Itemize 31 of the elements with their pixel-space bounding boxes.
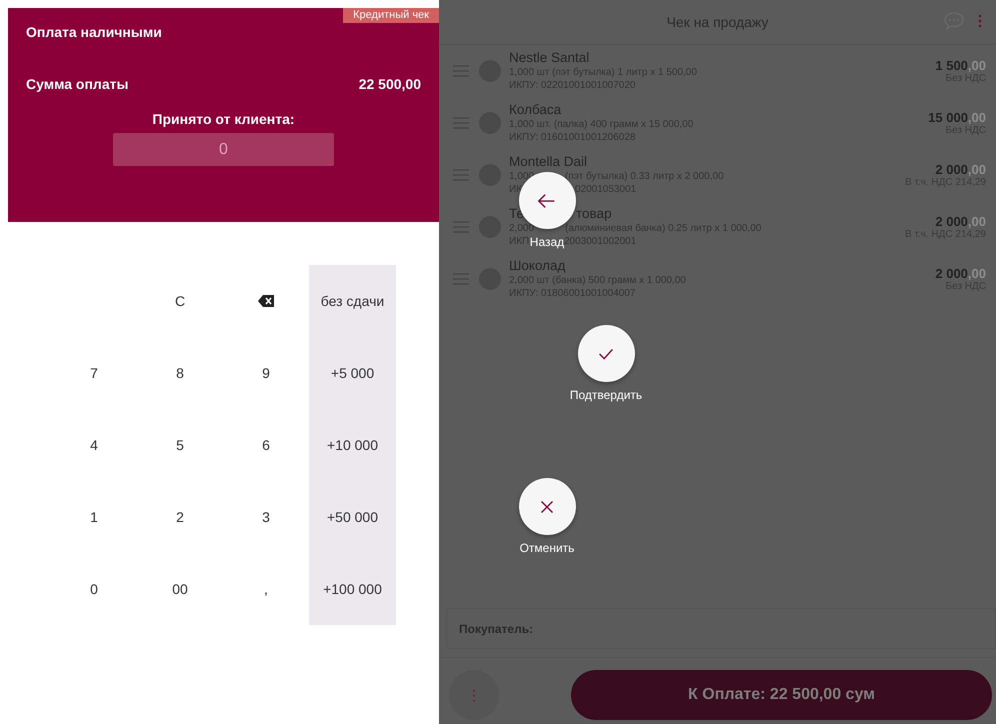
quick-amount-button[interactable]: +10 000 (309, 409, 396, 481)
action-label: Отменить (520, 541, 574, 555)
backspace-icon (258, 295, 274, 307)
keypad-key[interactable]: 7 (51, 337, 137, 409)
amount-value: 22 500,00 (358, 76, 421, 92)
pay-button[interactable]: К Оплате: 22 500,00 сум (571, 670, 992, 720)
confirm-button[interactable] (578, 325, 634, 382)
keypad-key[interactable]: , (223, 553, 309, 625)
quick-amount-button[interactable]: +5 000 (309, 337, 396, 409)
keypad-key[interactable]: 4 (51, 409, 137, 481)
keypad-key[interactable]: 00 (137, 553, 223, 625)
quick-amount-button[interactable]: без сдачи (309, 265, 396, 337)
keypad-key[interactable]: 6 (223, 409, 309, 481)
keypad-key[interactable]: 9 (223, 337, 309, 409)
amount-label: Сумма оплаты (26, 76, 128, 92)
keypad-key[interactable]: 8 (137, 337, 223, 409)
payment-title: Оплата наличными (26, 24, 163, 40)
action-label: Назад (530, 235, 564, 249)
cancel-button[interactable] (518, 478, 576, 535)
keypad-key[interactable]: 5 (137, 409, 223, 481)
keypad-key[interactable]: 2 (137, 481, 223, 553)
quick-amount-button[interactable]: +100 000 (309, 553, 396, 625)
action-label: Подтвердить (570, 388, 642, 402)
keypad-key[interactable]: 3 (223, 481, 309, 553)
credit-receipt-badge: Кредитный чек (343, 8, 439, 23)
quick-amount-button[interactable]: +50 000 (309, 481, 396, 553)
keypad-key[interactable]: 1 (51, 481, 137, 553)
more-options-icon[interactable] (978, 14, 982, 28)
keypad-key[interactable]: 0 (51, 553, 137, 625)
received-label: Принято от клиента: (151, 111, 296, 127)
keypad-key[interactable]: C (137, 265, 223, 337)
